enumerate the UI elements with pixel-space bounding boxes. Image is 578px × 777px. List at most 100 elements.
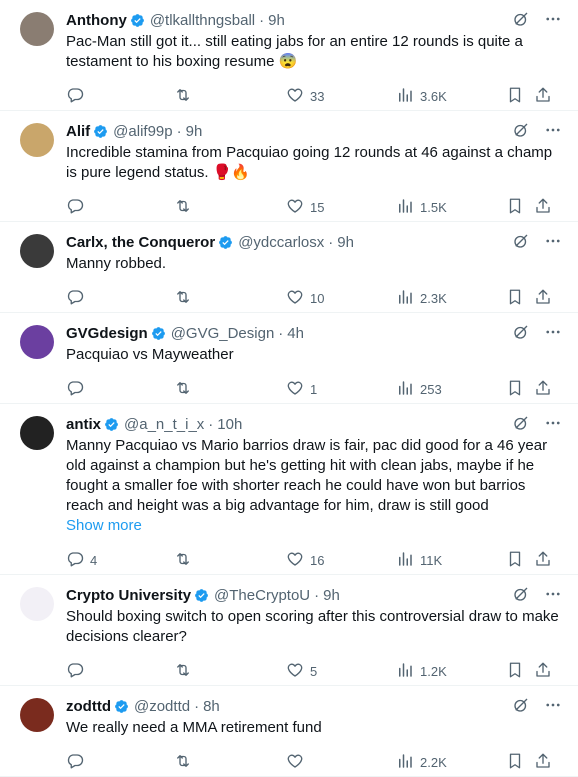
bookmark-button[interactable] [506, 379, 524, 400]
reply-button[interactable]: 4 [66, 550, 97, 571]
like-button[interactable]: 5 [286, 661, 317, 682]
views-button[interactable]: 1.5K [396, 197, 447, 218]
share-button[interactable] [534, 86, 552, 107]
share-button[interactable] [534, 288, 552, 309]
timestamp[interactable]: 4h [287, 325, 304, 342]
reply-button[interactable] [66, 197, 90, 218]
share-button[interactable] [534, 379, 552, 400]
bookmark-button[interactable] [506, 550, 524, 571]
retweet-icon [174, 288, 192, 309]
retweet-button[interactable] [174, 661, 198, 682]
share-button[interactable] [534, 661, 552, 682]
more-icon[interactable] [544, 121, 562, 144]
more-icon[interactable] [544, 232, 562, 255]
avatar[interactable] [20, 234, 54, 268]
tweet[interactable]: zodttd @zodttd · 8h We really need a MMA ret… [0, 686, 578, 777]
avatar[interactable] [20, 416, 54, 450]
author-handle[interactable]: @TheCryptoU [214, 587, 310, 604]
retweet-button[interactable] [174, 197, 198, 218]
retweet-button[interactable] [174, 379, 198, 400]
timestamp[interactable]: 9h [268, 12, 285, 29]
author-handle[interactable]: @zodttd [134, 698, 190, 715]
reply-button[interactable] [66, 379, 90, 400]
like-count: 5 [310, 664, 318, 679]
bookmark-button[interactable] [506, 752, 524, 773]
author-handle[interactable]: @a_n_t_i_x [124, 416, 204, 433]
reply-button[interactable] [66, 752, 90, 773]
more-icon[interactable] [544, 323, 562, 346]
author-handle[interactable]: @ydccarlosx [238, 234, 324, 251]
avatar[interactable] [20, 325, 54, 359]
like-button[interactable] [286, 752, 310, 773]
author-name[interactable]: Alif [66, 123, 90, 140]
bookmark-button[interactable] [506, 197, 524, 218]
share-button[interactable] [534, 752, 552, 773]
author-name[interactable]: GVGdesign [66, 325, 148, 342]
like-button[interactable]: 33 [286, 86, 324, 107]
views-button[interactable]: 2.2K [396, 752, 447, 773]
more-icon[interactable] [544, 696, 562, 719]
grok-icon[interactable] [512, 414, 530, 437]
author-name[interactable]: zodttd [66, 698, 111, 715]
avatar[interactable] [20, 698, 54, 732]
tweet[interactable]: antix @a_n_t_i_x · 10h Manny Pacquiao vs Mar… [0, 404, 578, 575]
timestamp[interactable]: 9h [337, 234, 354, 251]
bookmark-button[interactable] [506, 86, 524, 107]
bookmark-button[interactable] [506, 661, 524, 682]
avatar[interactable] [20, 587, 54, 621]
author-name[interactable]: antix [66, 416, 101, 433]
like-button[interactable]: 15 [286, 197, 324, 218]
timestamp[interactable]: 10h [217, 416, 242, 433]
reply-button[interactable] [66, 288, 90, 309]
timestamp[interactable]: 8h [203, 698, 220, 715]
views-button[interactable]: 3.6K [396, 86, 447, 107]
view-count: 1.2K [420, 664, 447, 679]
retweet-button[interactable] [174, 288, 198, 309]
show-more-link[interactable]: Show more [66, 516, 566, 536]
views-button[interactable]: 2.3K [396, 288, 447, 309]
grok-icon[interactable] [512, 323, 530, 346]
more-icon[interactable] [544, 585, 562, 608]
grok-icon[interactable] [512, 696, 530, 719]
more-icon[interactable] [544, 414, 562, 437]
author-name[interactable]: Crypto University [66, 587, 191, 604]
grok-icon[interactable] [512, 10, 530, 33]
timestamp[interactable]: 9h [186, 123, 203, 140]
retweet-button[interactable] [174, 752, 198, 773]
views-button[interactable]: 253 [396, 379, 442, 400]
more-icon[interactable] [544, 10, 562, 33]
separator-dot: · [328, 233, 334, 251]
reply-button[interactable] [66, 661, 90, 682]
reply-button[interactable] [66, 86, 90, 107]
share-button[interactable] [534, 197, 552, 218]
author-handle[interactable]: @GVG_Design [171, 325, 275, 342]
timestamp[interactable]: 9h [323, 587, 340, 604]
tweet[interactable]: Crypto University @TheCryptoU · 9h Should bo… [0, 575, 578, 686]
tweet[interactable]: GVGdesign @GVG_Design · 4h Pacquiao vs Maywe… [0, 313, 578, 404]
avatar[interactable] [20, 123, 54, 157]
reply-icon [66, 550, 84, 571]
retweet-button[interactable] [174, 86, 198, 107]
avatar[interactable] [20, 12, 54, 46]
author-handle[interactable]: @tlkallthngsball [150, 12, 255, 29]
reply-icon [66, 661, 84, 682]
views-button[interactable]: 1.2K [396, 661, 447, 682]
tweet[interactable]: Anthony @tlkallthngsball · 9h Pac-Man still … [0, 0, 578, 111]
retweet-button[interactable] [174, 550, 198, 571]
views-button[interactable]: 11K [396, 550, 442, 571]
tweet[interactable]: Carlx, the Conqueror @ydccarlosx · 9h Manny … [0, 222, 578, 313]
author-handle[interactable]: @alif99p [113, 123, 172, 140]
grok-icon[interactable] [512, 121, 530, 144]
like-button[interactable]: 10 [286, 288, 324, 309]
like-button[interactable]: 1 [286, 379, 317, 400]
tweet[interactable]: Alif @alif99p · 9h Incredible stamina from P… [0, 111, 578, 222]
share-button[interactable] [534, 550, 552, 571]
tweet-header-actions [512, 323, 562, 346]
bookmark-button[interactable] [506, 288, 524, 309]
author-name[interactable]: Carlx, the Conqueror [66, 234, 215, 251]
grok-icon[interactable] [512, 585, 530, 608]
like-button[interactable]: 16 [286, 550, 324, 571]
grok-icon[interactable] [512, 232, 530, 255]
author-name[interactable]: Anthony [66, 12, 127, 29]
tweet-header: zodttd @zodttd · 8h [66, 696, 566, 716]
